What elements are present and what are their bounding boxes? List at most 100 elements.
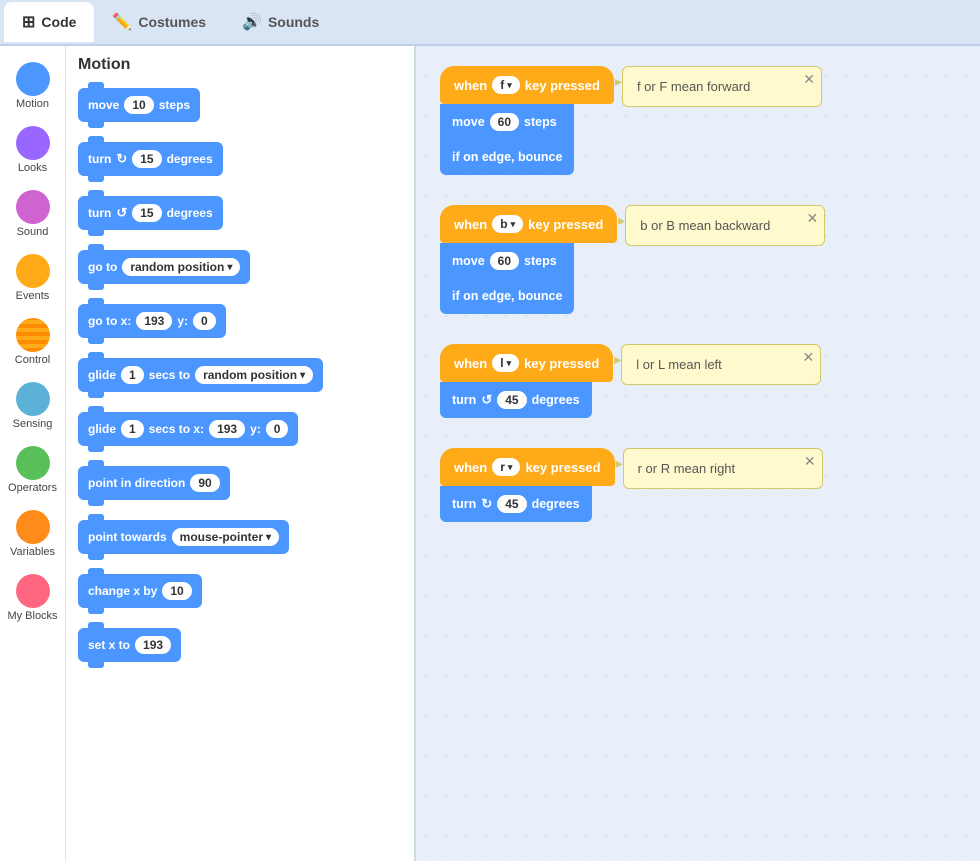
icon-panel: Motion Looks Sound Events Control Sensin…: [0, 46, 66, 861]
sidebar-item-events[interactable]: Events: [4, 248, 62, 308]
action-block-bounce-f[interactable]: if on edge, bounce: [440, 139, 574, 175]
block-group-point-towards: point towards mouse-pointer: [78, 520, 402, 562]
script-group-l: when l key pressed turn ↺ 45 degrees ▸ ✕…: [440, 344, 956, 418]
counterclockwise-icon: ↺: [116, 205, 127, 221]
block-glide-to[interactable]: glide 1 secs to random position: [78, 358, 323, 392]
costumes-icon: ✏️: [112, 12, 132, 32]
tab-sounds[interactable]: 🔊 Sounds: [224, 2, 337, 42]
note-arrow-f: ▸: [615, 73, 622, 90]
when-label-l: when: [454, 356, 487, 371]
code-area: when f key pressed move 60 steps if on e…: [416, 46, 980, 861]
control-icon: [16, 318, 50, 352]
sidebar-item-myblocks-label: My Blocks: [7, 610, 57, 622]
sidebar-item-variables-label: Variables: [10, 546, 55, 558]
block-group-change-x: change x by 10: [78, 574, 402, 616]
action-block-turn-l[interactable]: turn ↺ 45 degrees: [440, 382, 592, 418]
block-group-goto: go to random position: [78, 250, 402, 292]
note-text-f: f or F mean forward: [637, 79, 750, 94]
block-set-x[interactable]: set x to 193: [78, 628, 181, 662]
block-group-goto-xy: go to x: 193 y: 0: [78, 304, 402, 346]
events-icon: [16, 254, 50, 288]
looks-icon: [16, 126, 50, 160]
block-group-point-dir: point in direction 90: [78, 466, 402, 508]
key-pressed-label-b: key pressed: [528, 217, 603, 232]
sensing-icon: [16, 382, 50, 416]
block-change-x[interactable]: change x by 10: [78, 574, 202, 608]
tab-sounds-label: Sounds: [268, 14, 319, 30]
note-block-r: ▸ ✕ r or R mean right: [623, 448, 823, 489]
note-text-l: l or L mean left: [636, 357, 722, 372]
sidebar-item-sound-label: Sound: [17, 226, 49, 238]
note-close-l[interactable]: ✕: [803, 349, 815, 366]
script-group-b: when b key pressed move 60 steps if on e…: [440, 205, 956, 314]
when-label-b: when: [454, 217, 487, 232]
sidebar-item-operators[interactable]: Operators: [4, 440, 62, 500]
key-pressed-label-r: key pressed: [525, 460, 600, 475]
block-point-towards[interactable]: point towards mouse-pointer: [78, 520, 289, 554]
action-block-move-b[interactable]: move 60 steps: [440, 243, 574, 279]
sidebar-item-sensing-label: Sensing: [13, 418, 53, 430]
sidebar-item-sensing[interactable]: Sensing: [4, 376, 62, 436]
sounds-icon: 🔊: [242, 12, 262, 32]
block-group-glide-xy: glide 1 secs to x: 193 y: 0: [78, 412, 402, 454]
code-icon: ⊞: [22, 12, 35, 32]
operators-icon: [16, 446, 50, 480]
action-stack-f: move 60 steps if on edge, bounce: [440, 104, 574, 175]
sidebar-item-control-label: Control: [15, 354, 50, 366]
clockwise-icon: ↻: [116, 151, 127, 167]
key-pressed-label-l: key pressed: [524, 356, 599, 371]
block-goto-xy[interactable]: go to x: 193 y: 0: [78, 304, 226, 338]
block-turn-cw[interactable]: turn ↻ 15 degrees: [78, 142, 223, 176]
sidebar-item-looks[interactable]: Looks: [4, 120, 62, 180]
note-block-b: ▸ ✕ b or B mean backward: [625, 205, 825, 246]
sidebar-item-looks-label: Looks: [18, 162, 47, 174]
action-stack-r: turn ↻ 45 degrees: [440, 486, 592, 522]
tab-code-label: Code: [41, 14, 76, 30]
block-group-turn-cw: turn ↻ 15 degrees: [78, 142, 402, 184]
note-close-r[interactable]: ✕: [804, 453, 816, 470]
key-dropdown-r[interactable]: r: [492, 458, 520, 476]
block-panel-title: Motion: [78, 56, 402, 74]
sidebar-item-variables[interactable]: Variables: [4, 504, 62, 564]
sidebar-item-control[interactable]: Control: [4, 312, 62, 372]
sidebar-item-myblocks[interactable]: My Blocks: [4, 568, 62, 628]
block-turn-ccw[interactable]: turn ↺ 15 degrees: [78, 196, 223, 230]
event-block-l[interactable]: when l key pressed: [440, 344, 613, 382]
tab-code[interactable]: ⊞ Code: [4, 2, 94, 42]
block-point-dir[interactable]: point in direction 90: [78, 466, 230, 500]
when-label-r: when: [454, 460, 487, 475]
main-layout: Motion Looks Sound Events Control Sensin…: [0, 46, 980, 861]
key-dropdown-l[interactable]: l: [492, 354, 519, 372]
block-goto[interactable]: go to random position: [78, 250, 250, 284]
key-dropdown-b[interactable]: b: [492, 215, 523, 233]
note-close-b[interactable]: ✕: [807, 210, 819, 227]
sidebar-item-events-label: Events: [16, 290, 50, 302]
event-block-r[interactable]: when r key pressed: [440, 448, 615, 486]
tab-costumes[interactable]: ✏️ Costumes: [94, 2, 224, 42]
event-block-f[interactable]: when f key pressed: [440, 66, 614, 104]
block-glide-xy[interactable]: glide 1 secs to x: 193 y: 0: [78, 412, 298, 446]
sidebar-item-motion-label: Motion: [16, 98, 49, 110]
key-dropdown-f[interactable]: f: [492, 76, 520, 94]
variables-icon: [16, 510, 50, 544]
tab-bar: ⊞ Code ✏️ Costumes 🔊 Sounds: [0, 0, 980, 46]
script-group-r: when r key pressed turn ↻ 45 degrees ▸ ✕…: [440, 448, 956, 522]
action-stack-l: turn ↺ 45 degrees: [440, 382, 592, 418]
note-block-l: ▸ ✕ l or L mean left: [621, 344, 821, 385]
note-close-f[interactable]: ✕: [803, 71, 815, 88]
sidebar-item-sound[interactable]: Sound: [4, 184, 62, 244]
note-arrow-r: ▸: [616, 455, 623, 472]
block-panel: Motion move 10 steps turn ↻ 15 degrees: [66, 46, 416, 861]
action-block-move-f[interactable]: move 60 steps: [440, 104, 574, 140]
event-block-b[interactable]: when b key pressed: [440, 205, 617, 243]
note-text-b: b or B mean backward: [640, 218, 770, 233]
sidebar-item-motion[interactable]: Motion: [4, 56, 62, 116]
action-block-bounce-b[interactable]: if on edge, bounce: [440, 278, 574, 314]
note-arrow-b: ▸: [618, 212, 625, 229]
action-block-turn-r[interactable]: turn ↻ 45 degrees: [440, 486, 592, 522]
when-label: when: [454, 78, 487, 93]
sound-icon: [16, 190, 50, 224]
block-group-set-x: set x to 193: [78, 628, 402, 670]
sidebar-item-operators-label: Operators: [8, 482, 57, 494]
block-move[interactable]: move 10 steps: [78, 88, 200, 122]
